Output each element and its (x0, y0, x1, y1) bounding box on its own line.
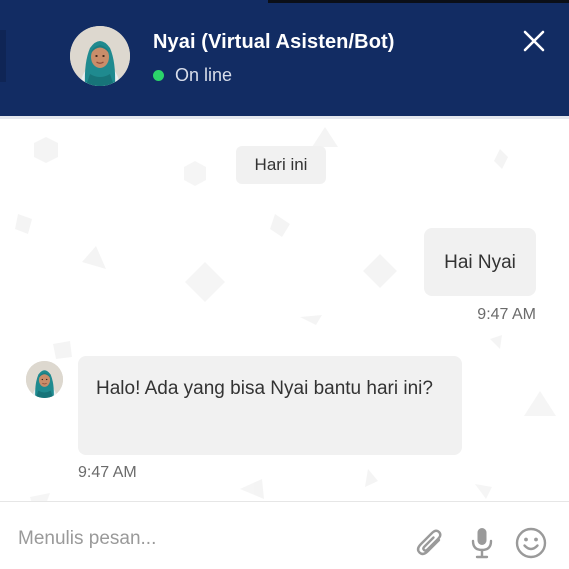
microphone-icon (471, 528, 493, 559)
message-input[interactable] (18, 524, 398, 554)
close-button[interactable] (521, 28, 547, 54)
attach-button[interactable] (413, 526, 447, 560)
status-label: On line (175, 64, 233, 85)
incoming-message-bubble: Halo! Ada yang bisa Nyai bantu hari ini? (78, 356, 462, 455)
header-edge-shade (0, 30, 6, 82)
outgoing-message-bubble: Hai Nyai (424, 228, 536, 296)
header-top-strip (268, 0, 569, 3)
bot-avatar-icon (70, 26, 130, 86)
bot-message-avatar-icon (26, 361, 63, 398)
chat-header: Nyai (Virtual Asisten/Bot) On line (0, 0, 569, 116)
microphone-button[interactable] (469, 526, 495, 560)
emoji-icon (515, 527, 547, 559)
online-status: On line (153, 64, 232, 86)
close-icon (523, 30, 545, 52)
chat-widget: Nyai (Virtual Asisten/Bot) On line Hari … (0, 0, 569, 569)
paperclip-icon (416, 529, 442, 556)
bot-name: Nyai (Virtual Asisten/Bot) (153, 31, 395, 53)
date-separator: Hari ini (236, 146, 326, 184)
emoji-button[interactable] (514, 526, 548, 560)
incoming-message-time: 9:47 AM (78, 464, 137, 481)
online-dot-icon (153, 69, 164, 81)
outgoing-message-time: 9:47 AM (477, 306, 536, 323)
message-list[interactable]: Hari ini Hai Nyai 9:47 AM Halo! Ada yang… (0, 116, 569, 501)
